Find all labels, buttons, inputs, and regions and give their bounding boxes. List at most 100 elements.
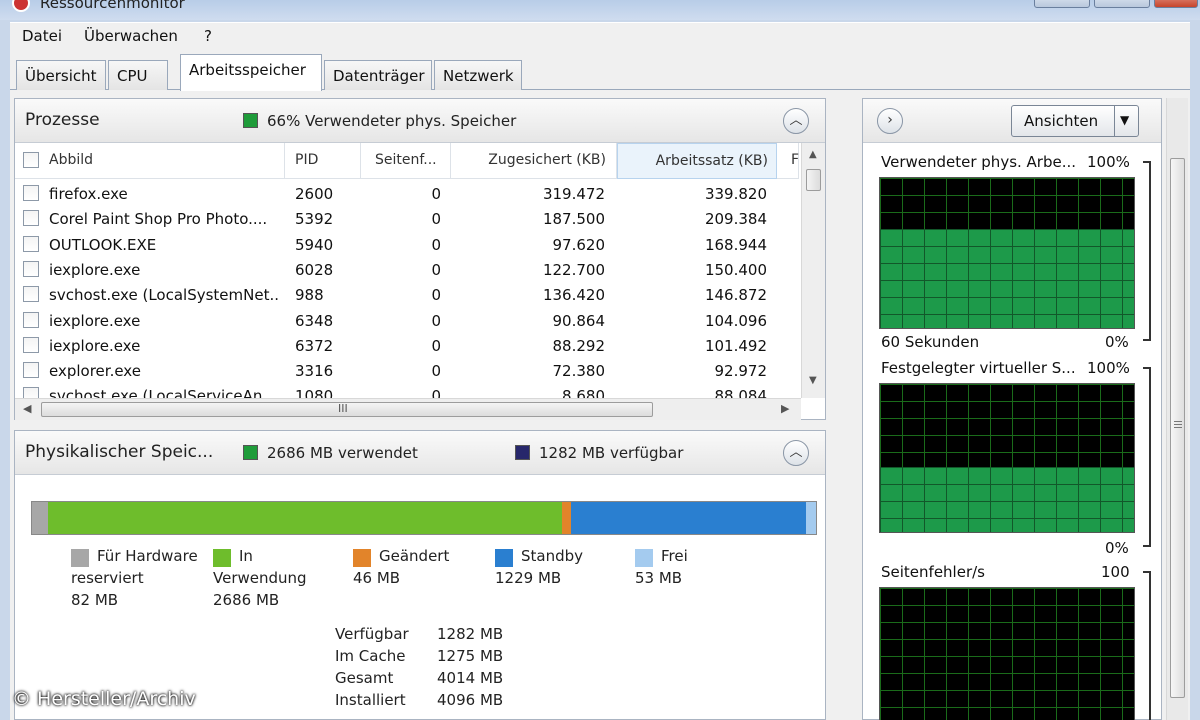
table-row[interactable]: explorer.exe 3316 0 72.380 92.972 (15, 358, 800, 383)
table-cell: 0 (431, 185, 441, 203)
table-cell: 6372 (295, 336, 334, 355)
table-cell: 146.872 (704, 286, 767, 305)
table-row[interactable]: iexplore.exe 6348 0 90.864 104.096 (15, 308, 800, 333)
menu-datei[interactable]: Datei (22, 27, 62, 45)
legend-text: Verwendung (213, 569, 307, 587)
table-row[interactable]: iexplore.exe 6028 0 122.700 150.400 (15, 257, 800, 282)
close-button[interactable] (1154, 0, 1198, 8)
table-row[interactable]: firefox.exe 2600 0 319.472 339.820 (15, 181, 800, 206)
table-cell: 0 (431, 235, 441, 254)
column-seitenfehler[interactable]: Seitenf... (361, 143, 451, 179)
table-cell: 339.820 (704, 185, 767, 203)
graph-2-min: 0% (1105, 539, 1129, 557)
graph-2-bracket (1143, 367, 1151, 547)
stat-value: 4096 MB (437, 691, 504, 709)
graph-1-min: 0% (1105, 333, 1129, 351)
graph-3-bracket (1143, 571, 1151, 720)
table-row[interactable]: OUTLOOK.EXE 5940 0 97.620 168.944 (15, 232, 800, 257)
tab-cpu[interactable]: CPU (108, 60, 168, 90)
legend-text: In (239, 547, 253, 565)
table-row[interactable]: svchost.exe (LocalServiceAn... 1080 0 8.680… (15, 383, 800, 399)
used-swatch (243, 445, 258, 460)
dropdown-arrow-icon: ▼ (1120, 113, 1130, 127)
menu-help[interactable]: ? (204, 27, 212, 45)
title-bar: Ressourcenmonitor (0, 0, 1200, 20)
processes-panel: Prozesse 66% Verwendeter phys. Speicher … (14, 98, 826, 420)
process-horizontal-scrollbar[interactable]: ◀ III ▶ (15, 398, 801, 420)
graph-3-max: 100 (1101, 563, 1130, 581)
sidebar-header: › Ansichten ▼ (863, 99, 1161, 143)
row-checkbox[interactable] (23, 185, 39, 201)
table-row[interactable]: svchost.exe (LocalSystemNet... 988 0 136.42… (15, 282, 800, 307)
scroll-down-arrow-icon[interactable]: ▼ (809, 375, 817, 386)
legend-item: Für Hardware reserviert 82 MB (71, 545, 198, 611)
legend-swatch (635, 549, 653, 567)
processes-header[interactable]: Prozesse 66% Verwendeter phys. Speicher … (15, 99, 825, 143)
tab-uebersicht[interactable]: Übersicht (16, 60, 106, 90)
table-cell: iexplore.exe (49, 260, 141, 279)
legend-text: Standby (521, 547, 584, 565)
table-cell: 0 (431, 336, 441, 355)
legend-text: reserviert (71, 569, 144, 587)
table-cell: 136.420 (542, 286, 605, 305)
legend-text: 82 MB (71, 591, 119, 609)
table-cell: 209.384 (704, 210, 767, 229)
memory-segment (47, 502, 562, 534)
sidebar-scroll-thumb[interactable] (1170, 158, 1185, 698)
column-f[interactable]: F (777, 143, 799, 179)
column-arbeitssatz[interactable]: Arbeitssatz (KB) (617, 143, 777, 179)
column-abbild[interactable]: Abbild (15, 143, 285, 179)
collapse-processes-button[interactable]: ︿ (783, 108, 809, 134)
row-checkbox[interactable] (23, 311, 39, 328)
legend-swatch (353, 549, 371, 567)
table-cell: 0 (431, 311, 441, 330)
tab-netzwerk[interactable]: Netzwerk (434, 60, 522, 90)
table-cell: 0 (431, 260, 441, 279)
row-checkbox[interactable] (23, 362, 39, 379)
table-row[interactable]: iexplore.exe 6372 0 88.292 101.492 (15, 333, 800, 358)
table-cell: 988 (295, 286, 324, 305)
process-vertical-scrollbar[interactable]: ▲ ▼ (801, 143, 825, 398)
used-memory-badge: 2686 MB verwendet (267, 444, 418, 462)
page-faults-graph (879, 587, 1135, 720)
vertical-scroll-thumb[interactable] (806, 169, 821, 191)
table-cell: 101.492 (704, 336, 767, 355)
table-cell: 88.292 (552, 336, 606, 355)
graph-1-label: Verwendeter phys. Arbe... (881, 153, 1077, 171)
graph-sidebar: › Ansichten ▼ Verwendeter phys. Arbe... … (862, 98, 1162, 720)
views-button[interactable]: Ansichten ▼ (1011, 105, 1139, 137)
horizontal-scroll-thumb[interactable]: III (41, 402, 653, 417)
row-checkbox[interactable] (23, 387, 39, 399)
select-all-checkbox[interactable] (23, 152, 39, 168)
graph-1-max: 100% (1087, 153, 1130, 171)
collapse-physical-memory-button[interactable]: ︿ (783, 440, 809, 466)
table-row[interactable]: Corel Paint Shop Pro Photo.... 5392 0 187.5… (15, 206, 800, 231)
minimize-button[interactable] (1034, 0, 1090, 8)
table-cell: OUTLOOK.EXE (49, 235, 157, 254)
tab-arbeitsspeicher[interactable]: Arbeitsspeicher (180, 54, 322, 91)
content-area: Prozesse 66% Verwendeter phys. Speicher … (10, 90, 1190, 720)
row-checkbox[interactable] (23, 235, 39, 252)
memory-segment (32, 502, 48, 534)
column-pid[interactable]: PID (285, 143, 361, 179)
column-zugesichert[interactable]: Zugesichert (KB) (451, 143, 617, 179)
tab-strip: Übersicht CPU Arbeitsspeicher Datenträge… (10, 50, 1190, 91)
maximize-button[interactable] (1094, 0, 1150, 8)
row-checkbox[interactable] (23, 286, 39, 303)
row-checkbox[interactable] (23, 260, 39, 277)
graph-1-timespan: 60 Sekunden (881, 333, 980, 351)
expand-sidebar-button[interactable]: › (877, 108, 903, 134)
menu-ueberwachen[interactable]: Überwachen (84, 27, 178, 45)
sidebar-scrollbar[interactable] (1166, 98, 1188, 720)
row-checkbox[interactable] (23, 210, 39, 227)
physical-memory-header[interactable]: Physikalischer Speic... 2686 MB verwende… (15, 431, 825, 475)
scroll-right-arrow-icon[interactable]: ▶ (781, 402, 789, 415)
tab-datentraeger[interactable]: Datenträger (324, 60, 432, 90)
table-cell: 0 (431, 387, 441, 399)
row-checkbox[interactable] (23, 336, 39, 353)
scroll-left-arrow-icon[interactable]: ◀ (23, 402, 31, 415)
stat-label: Verfügbar (335, 625, 409, 643)
scroll-up-arrow-icon[interactable]: ▲ (809, 149, 817, 160)
memory-usage-swatch (243, 113, 258, 128)
physical-memory-graph (879, 177, 1135, 329)
